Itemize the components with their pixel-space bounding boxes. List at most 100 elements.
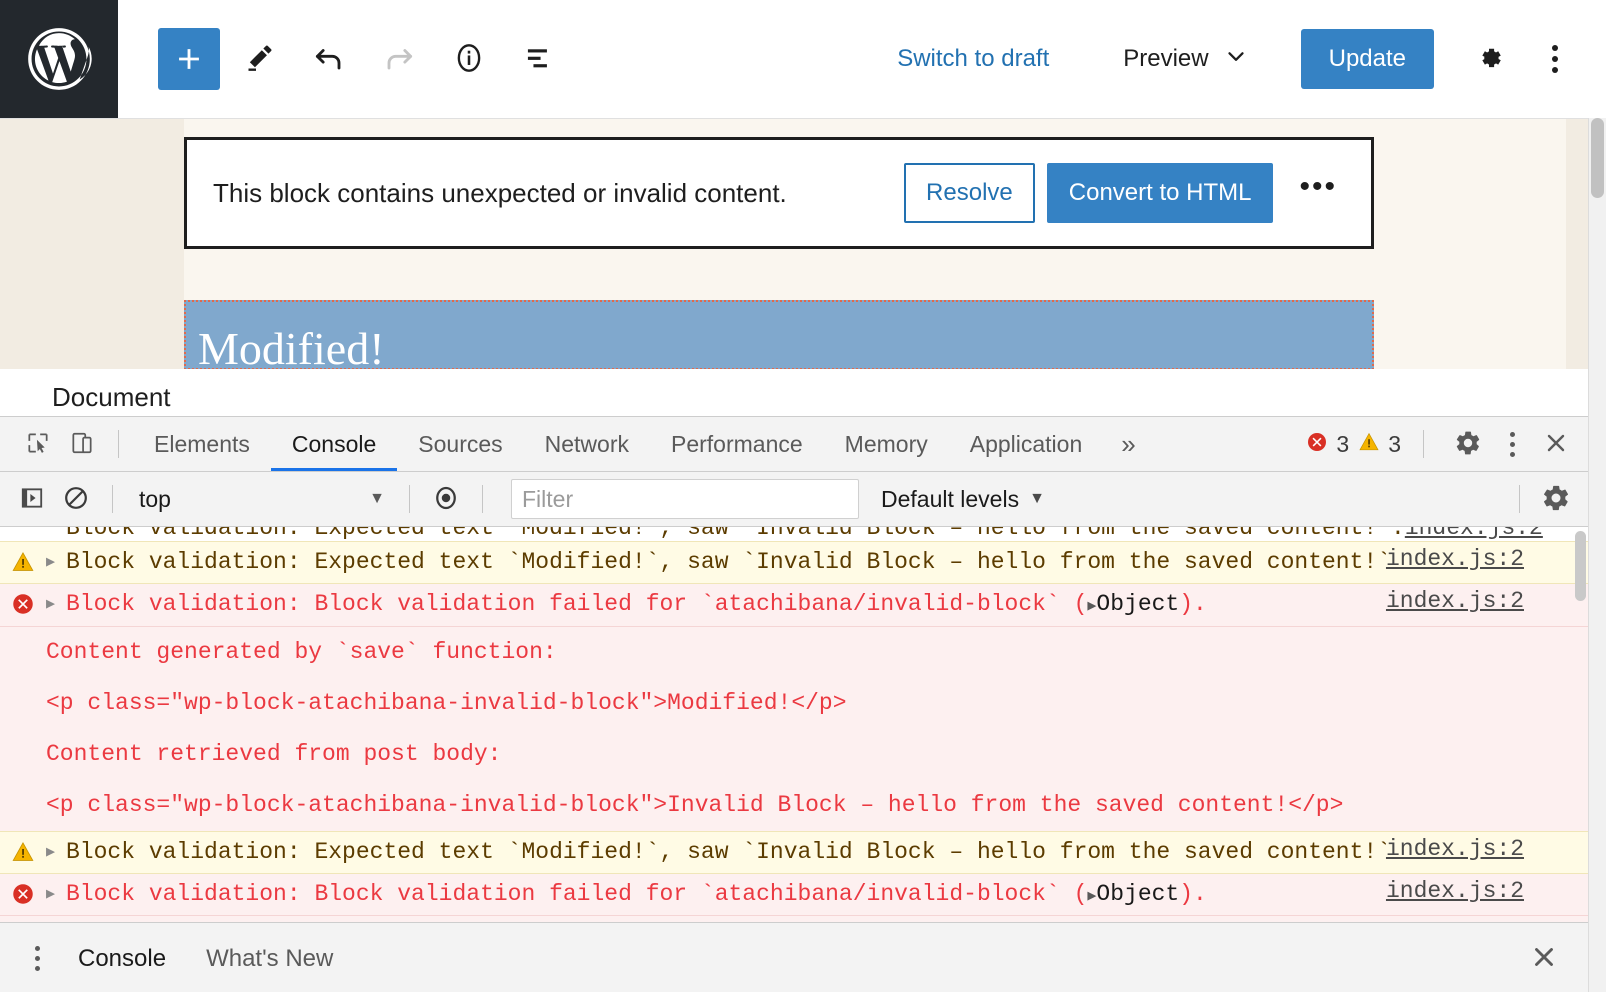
error-body-line: Content retrieved from post body: xyxy=(46,729,1588,780)
details-info-button[interactable] xyxy=(438,28,500,90)
log-row-warning[interactable]: ▶ Block validation: Expected text `Modif… xyxy=(0,831,1588,874)
device-toolbar-button[interactable] xyxy=(60,422,104,466)
log-row-clipped: Block validation: Expected text `Modifie… xyxy=(0,527,1588,541)
kebab-menu-icon xyxy=(1510,432,1515,457)
error-body-line: <p class="wp-block-atachibana-invalid-bl… xyxy=(46,678,1588,729)
drawer-close-button[interactable] xyxy=(1522,936,1566,980)
inspect-element-button[interactable] xyxy=(16,422,60,466)
editor-canvas: This block contains unexpected or invali… xyxy=(0,119,1606,369)
tab-console[interactable]: Console xyxy=(271,418,397,471)
list-view-icon xyxy=(520,39,558,80)
triangle-right-icon[interactable]: ▶ xyxy=(46,546,66,571)
triangle-right-icon[interactable]: ▶ xyxy=(46,836,66,861)
filterbar-divider-1 xyxy=(112,485,113,513)
error-count: 3 xyxy=(1336,431,1349,458)
editor-settings-button[interactable] xyxy=(1460,30,1518,88)
block-content-text: Modified! xyxy=(186,326,385,369)
log-source-link[interactable]: index.js:2 xyxy=(1386,588,1588,614)
editor-actions: Switch to draft Preview Update xyxy=(879,29,1606,89)
chevron-double-right-icon[interactable]: » xyxy=(1103,431,1153,457)
error-body-line: Content generated by `save` function: xyxy=(46,627,1588,678)
preview-label: Preview xyxy=(1123,45,1208,73)
triangle-right-icon[interactable]: ▶ xyxy=(46,588,66,613)
edit-tool-button[interactable] xyxy=(228,28,290,90)
log-source-link[interactable]: index.js:2 xyxy=(1386,546,1588,572)
devtools-settings-button[interactable] xyxy=(1446,422,1490,466)
close-x-icon xyxy=(1542,429,1570,460)
list-view-button[interactable] xyxy=(508,28,570,90)
log-source-link[interactable]: index.js:2 xyxy=(1386,836,1588,862)
undo-button[interactable] xyxy=(298,28,360,90)
console-scroll-container: Block validation: Expected text `Modifie… xyxy=(0,527,1588,922)
tab-elements[interactable]: Elements xyxy=(133,418,271,471)
tab-application[interactable]: Application xyxy=(949,418,1104,471)
drawer-right-actions xyxy=(1522,936,1588,980)
gear-icon xyxy=(1454,429,1482,460)
tab-performance[interactable]: Performance xyxy=(650,418,824,471)
gear-icon xyxy=(1541,483,1571,516)
live-expression-button[interactable] xyxy=(424,477,468,521)
filterbar-right-actions xyxy=(1505,477,1588,521)
log-object-token[interactable]: Object xyxy=(1096,591,1179,617)
log-message: Block validation: Expected text `Modifie… xyxy=(66,546,1386,579)
log-row-error[interactable]: ▶ Block validation: Block validation fai… xyxy=(0,874,1588,916)
triangle-right-icon[interactable]: ▶ xyxy=(46,878,66,903)
toolbar-divider xyxy=(118,430,119,458)
console-filter-input[interactable] xyxy=(511,479,859,519)
clear-console-icon xyxy=(62,484,90,515)
invalid-block-preview[interactable]: Modified! xyxy=(184,300,1374,369)
convert-to-html-button[interactable]: Convert to HTML xyxy=(1047,163,1274,223)
notice-more-options-icon[interactable]: ••• xyxy=(1273,172,1353,202)
console-settings-button[interactable] xyxy=(1534,477,1578,521)
error-circle-icon xyxy=(1305,430,1329,459)
devtools-panel: Elements Console Sources Network Perform… xyxy=(0,416,1588,992)
invalid-notice-message: This block contains unexpected or invali… xyxy=(213,178,904,209)
resolve-button[interactable]: Resolve xyxy=(904,163,1035,223)
error-counter[interactable]: 3 xyxy=(1305,430,1349,459)
error-body-line: Content generated by `save` function: xyxy=(46,916,1588,922)
plus-icon xyxy=(172,42,206,76)
counters-divider xyxy=(1423,430,1424,458)
filterbar-divider-4 xyxy=(1519,485,1520,513)
tab-memory[interactable]: Memory xyxy=(824,418,949,471)
log-source-link[interactable]: index.js:2 xyxy=(1386,878,1588,904)
console-levels-select[interactable]: Default levels ▼ xyxy=(881,486,1045,513)
tab-network[interactable]: Network xyxy=(524,418,650,471)
console-log-area[interactable]: Block validation: Expected text `Modifie… xyxy=(0,527,1588,922)
issue-counters: 3 3 xyxy=(1305,422,1582,466)
warning-triangle-icon xyxy=(0,836,46,865)
drawer-tab-whats-new[interactable]: What's New xyxy=(186,924,353,992)
log-message-prefix: Block validation: Block validation faile… xyxy=(66,881,1087,907)
preview-button[interactable]: Preview xyxy=(1101,31,1270,88)
gear-icon xyxy=(1472,41,1506,78)
drawer-options-button[interactable] xyxy=(16,946,58,971)
add-block-button[interactable] xyxy=(158,28,220,90)
wordpress-logo-icon[interactable] xyxy=(0,0,118,118)
page-scrollbar-thumb[interactable] xyxy=(1591,118,1604,198)
switch-to-draft-button[interactable]: Switch to draft xyxy=(879,33,1067,85)
console-sidebar-icon xyxy=(19,485,45,514)
log-row-error[interactable]: ▶ Block validation: Block validation fai… xyxy=(0,584,1588,626)
console-scrollbar-thumb[interactable] xyxy=(1575,531,1586,601)
chevron-down-icon xyxy=(1223,43,1249,76)
update-button[interactable]: Update xyxy=(1301,29,1434,89)
warning-counter[interactable]: 3 xyxy=(1357,430,1401,459)
page-scrollbar[interactable]: ▴ xyxy=(1588,118,1606,992)
clear-console-button[interactable] xyxy=(54,477,98,521)
console-scrollbar[interactable] xyxy=(1572,527,1588,922)
log-source-link[interactable]: index.js:2 xyxy=(1405,527,1588,541)
drawer-tab-console[interactable]: Console xyxy=(58,924,186,992)
redo-button[interactable] xyxy=(368,28,430,90)
console-context-select[interactable]: top ▼ xyxy=(127,479,395,519)
devtools-drawer: Console What's New xyxy=(0,922,1588,992)
editor-options-button[interactable] xyxy=(1526,30,1584,88)
document-label: Document xyxy=(52,382,171,413)
redo-arrow-icon xyxy=(379,38,419,81)
console-sidebar-toggle-button[interactable] xyxy=(10,477,54,521)
log-object-token[interactable]: Object xyxy=(1096,881,1179,907)
log-row-warning[interactable]: ▶ Block validation: Expected text `Modif… xyxy=(0,541,1588,584)
info-circle-icon xyxy=(450,39,488,80)
tab-sources[interactable]: Sources xyxy=(397,418,523,471)
devtools-options-button[interactable] xyxy=(1490,422,1534,466)
devtools-close-button[interactable] xyxy=(1534,422,1578,466)
